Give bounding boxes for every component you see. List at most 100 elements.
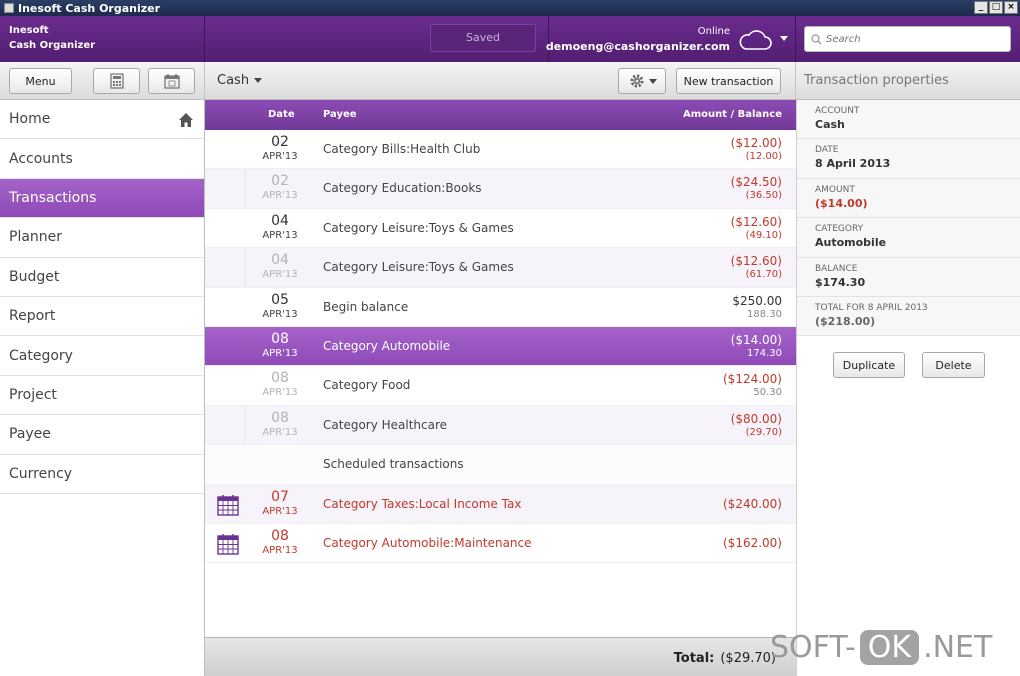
row-day: 07: [271, 488, 289, 505]
duplicate-button[interactable]: Duplicate: [833, 352, 905, 378]
watermark-part3: .NET: [923, 630, 993, 665]
table-row[interactable]: 05 APR'13 Begin balance $250.00 188.30: [205, 288, 796, 327]
row-date: 05 APR'13: [250, 292, 310, 321]
table-row-selected[interactable]: 08 APR'13 Category Automobile ($14.00) 174…: [205, 326, 796, 367]
sidebar-item-planner[interactable]: Planner: [0, 218, 204, 258]
account-selector[interactable]: Cash: [217, 73, 263, 88]
new-transaction-button[interactable]: New transaction: [676, 68, 781, 94]
calendar-icon: [164, 73, 179, 88]
scheduled-row[interactable]: 08 APR'13 Category Automobile:Maintenance…: [205, 524, 796, 564]
delete-button[interactable]: Delete: [922, 352, 985, 378]
prop-account: ACCOUNT Cash: [797, 100, 1020, 140]
sidebar-item-home[interactable]: Home: [0, 100, 204, 140]
prop-label: AMOUNT: [815, 184, 855, 195]
calculator-button[interactable]: [93, 68, 140, 94]
row-month: APR'13: [262, 426, 298, 438]
row-payee: Category Automobile:Maintenance: [323, 535, 532, 550]
sidebar-item-category[interactable]: Category: [0, 336, 204, 376]
header-divider: [204, 16, 205, 62]
minimize-button[interactable]: _: [974, 1, 988, 14]
sidebar-item-currency[interactable]: Currency: [0, 455, 204, 494]
row-balance: (49.10): [745, 229, 782, 241]
table-row[interactable]: 02 APR'13 Category Bills:Health Club ($12…: [205, 130, 796, 170]
sidebar-item-project[interactable]: Project: [0, 376, 204, 416]
prop-value: $174.30: [815, 275, 866, 289]
scheduled-row[interactable]: 07 APR'13 Category Taxes:Local Income Tax…: [205, 484, 796, 524]
column-header-payee[interactable]: Payee: [323, 109, 357, 120]
row-balance: (29.70): [745, 426, 782, 438]
sidebar-item-label: Accounts: [9, 150, 73, 167]
row-amount-value: ($80.00): [730, 411, 782, 426]
sidebar-item-label: Category: [9, 347, 73, 364]
prop-value: 8 April 2013: [815, 157, 891, 171]
row-payee: Category Bills:Health Club: [323, 142, 481, 156]
row-amount-value: ($12.60): [730, 214, 782, 229]
prop-label: CATEGORY: [815, 224, 864, 235]
row-amount: ($12.60) (49.10): [731, 215, 782, 243]
row-balance: 50.30: [753, 387, 782, 399]
brand-line1: Inesoft: [9, 25, 49, 36]
online-label: Online: [697, 26, 730, 37]
column-header-amount[interactable]: Amount / Balance: [683, 109, 782, 120]
row-date: 04 APR'13: [250, 213, 310, 242]
sidebar-item-label: Currency: [9, 465, 73, 482]
row-date: 04 APR'13: [250, 252, 310, 281]
row-amount: ($12.00) (12.00): [731, 136, 782, 164]
settings-button[interactable]: [618, 68, 666, 94]
row-date: 08 APR'13: [250, 410, 310, 439]
sidebar-item-payee[interactable]: Payee: [0, 415, 204, 455]
chevron-down-icon[interactable]: [780, 36, 788, 41]
properties-title: Transaction properties: [804, 73, 949, 88]
prop-total: TOTAL FOR 8 APRIL 2013 ($218.00): [797, 296, 1020, 337]
account-selector-label: Cash: [217, 73, 250, 88]
calendar-button[interactable]: [148, 68, 195, 94]
total-summary: Total: ($29.70): [674, 651, 776, 666]
total-value: ($29.70): [720, 651, 776, 666]
row-day: 08: [271, 330, 289, 347]
watermark-part1: SOFT-: [770, 630, 856, 665]
row-month: APR'13: [262, 151, 298, 162]
sidebar-item-transactions[interactable]: Transactions: [0, 178, 204, 219]
row-balance: 188.30: [747, 308, 782, 320]
row-amount-value: ($124.00): [723, 372, 782, 387]
scheduled-section-header: Scheduled transactions: [205, 445, 796, 485]
row-month: APR'13: [262, 229, 298, 241]
header-divider: [795, 16, 796, 62]
column-header-date[interactable]: Date: [268, 109, 295, 120]
table-row[interactable]: 08 APR'13 Category Healthcare ($80.00) (29…: [205, 405, 796, 446]
search-input[interactable]: [826, 33, 996, 45]
search-box[interactable]: [804, 26, 1011, 52]
sidebar-item-budget[interactable]: Budget: [0, 258, 204, 297]
window-title: Inesoft Cash Organizer: [18, 1, 161, 15]
row-balance: (12.00): [745, 151, 782, 162]
table-row[interactable]: 02 APR'13 Category Education:Books ($24.5…: [205, 169, 796, 209]
account-status[interactable]: Online demoeng@cashorganizer.com: [546, 24, 730, 54]
sidebar-item-label: Report: [9, 308, 56, 325]
prop-label: DATE: [815, 145, 839, 156]
row-amount: ($24.50) (36.50): [731, 175, 782, 203]
prop-date: DATE 8 April 2013: [797, 139, 1020, 179]
brand-line2: Cash Organizer: [9, 40, 96, 51]
sidebar-item-accounts[interactable]: Accounts: [0, 139, 204, 179]
table-row[interactable]: 08 APR'13 Category Food ($124.00) 50.30: [205, 366, 796, 406]
sidebar-item-report[interactable]: Report: [0, 297, 204, 337]
prop-amount: AMOUNT ($14.00): [797, 178, 1020, 219]
row-gutter: [245, 169, 246, 208]
cloud-icon[interactable]: [738, 29, 772, 51]
row-amount: ($80.00) (29.70): [731, 412, 782, 440]
toolbar: Menu Cash New transaction Transaction pr…: [0, 62, 1020, 100]
row-amount-value: ($14.00): [730, 332, 782, 347]
close-button[interactable]: ×: [1004, 1, 1018, 14]
toolbar-divider: [795, 62, 796, 100]
table-row[interactable]: 04 APR'13 Category Leisure:Toys & Games (…: [205, 209, 796, 249]
table-row[interactable]: 04 APR'13 Category Leisure:Toys & Games (…: [205, 248, 796, 288]
row-day: 04: [271, 252, 289, 269]
row-payee: Category Taxes:Local Income Tax: [323, 496, 522, 511]
maximize-button[interactable]: □: [989, 1, 1003, 14]
row-month: APR'13: [262, 308, 298, 320]
menu-button[interactable]: Menu: [9, 68, 72, 94]
calendar-icon: [217, 494, 239, 516]
row-payee: Category Leisure:Toys & Games: [323, 220, 514, 235]
chevron-down-icon: [254, 78, 263, 83]
row-amount: ($124.00) 50.30: [723, 372, 782, 400]
